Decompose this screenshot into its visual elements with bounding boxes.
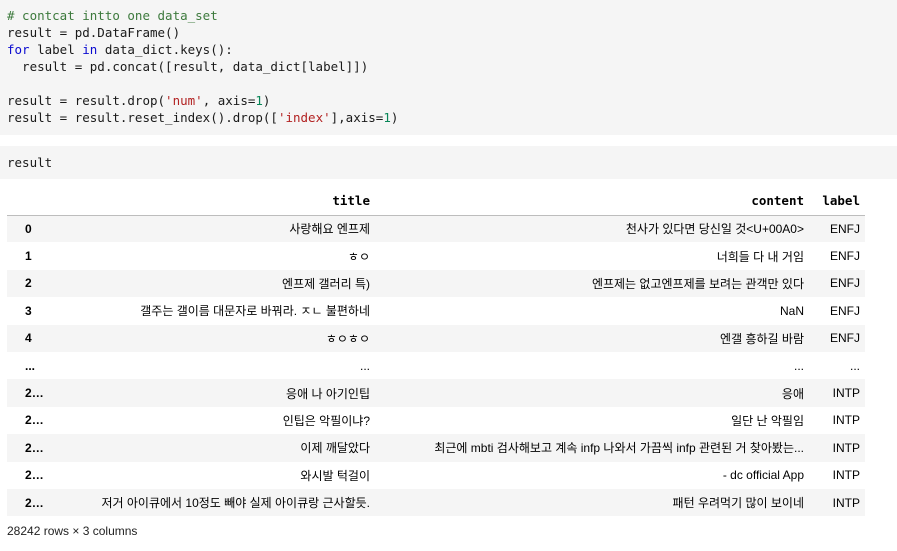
- cell-label: ...: [849, 358, 860, 373]
- table-row: 28240 와시발 턱걸이 - dc official App INTP: [7, 461, 865, 489]
- code-line-4: result = pd.concat([result, data_dict[la…: [7, 59, 369, 74]
- cell-title: 응애 나 아기인팁: [286, 386, 370, 401]
- table-row: 28237 응애 나 아기인팁 응애 INTP: [7, 379, 865, 407]
- cell-label: INTP: [832, 468, 860, 483]
- cell-content: ...: [793, 358, 804, 373]
- table-header-row: title content label: [7, 186, 865, 216]
- string-token: 'num': [165, 93, 203, 108]
- cell-label: ENFJ: [830, 331, 860, 346]
- column-header-content: content: [375, 186, 809, 216]
- code-line-2: result = pd.DataFrame(): [7, 25, 181, 40]
- cell-content: - dc official App: [722, 468, 804, 483]
- cell-content: 너희들 다 내 거임: [716, 249, 804, 264]
- cell-label: INTP: [832, 386, 860, 401]
- row-index: 28238: [25, 413, 55, 428]
- table-row: 4 ㅎㅇㅎㅇ 엔갤 흥하길 바람 ENFJ: [7, 324, 865, 352]
- code-token: label: [29, 42, 83, 57]
- code-token: ],axis=: [330, 110, 384, 125]
- code-cell-result[interactable]: result: [0, 146, 897, 179]
- row-index: 1: [25, 249, 32, 264]
- code-token: data_dict.keys():: [97, 42, 233, 57]
- code-line-result: result: [7, 155, 53, 170]
- cell-label: ENFJ: [830, 249, 860, 264]
- cell-content: 엔갤 흥하길 바람: [720, 331, 804, 346]
- table-row: 3 갤주는 갤이름 대문자로 바꿔라. ㅈㄴ 불편하네 NaN ENFJ: [7, 297, 865, 325]
- cell-title: 이제 깨달았다: [300, 441, 370, 456]
- row-index: ...: [25, 358, 36, 373]
- cell-label: INTP: [832, 440, 860, 455]
- row-index: 0: [25, 221, 32, 236]
- cell-title: 와시발 턱걸이: [300, 468, 370, 483]
- cell-title: ㅎㅇ: [347, 249, 370, 264]
- cell-title: ...: [359, 358, 370, 373]
- cell-label: ENFJ: [830, 276, 860, 291]
- number-token: 1: [255, 93, 263, 108]
- table-row: 1 ㅎㅇ 너희들 다 내 거임 ENFJ: [7, 242, 865, 270]
- cell-content: NaN: [779, 303, 804, 318]
- cell-content: 일단 난 악필임: [731, 413, 804, 428]
- code-token: ): [390, 110, 399, 125]
- cell-content: 응애: [781, 386, 804, 401]
- table-row: 2 엔프제 갤러리 특) 엔프제는 없고엔프제를 보려는 관객만 있다 ENFJ: [7, 269, 865, 298]
- number-token: 1: [383, 110, 391, 125]
- code-token: result = result.drop(: [7, 93, 166, 108]
- cell-content: 엔프제는 없고엔프제를 보려는 관객만 있다: [591, 276, 804, 291]
- keyword-in: in: [82, 42, 98, 57]
- row-index: 28240: [25, 468, 55, 483]
- cell-label: ENFJ: [830, 221, 860, 236]
- cell-title: 사랑해요 엔프제: [289, 222, 370, 237]
- column-header-title: title: [55, 186, 375, 216]
- column-header-index: [7, 186, 55, 216]
- table-row-ellipsis: ............: [7, 351, 865, 380]
- code-line-6: result = result.drop('num', axis=1): [7, 92, 897, 109]
- row-index: 28237: [25, 386, 55, 401]
- cell-title: 갤주는 갤이름 대문자로 바꿔라. ㅈㄴ 불편하네: [140, 304, 370, 319]
- code-line-7: result = result.reset_index().drop(['ind…: [7, 109, 897, 126]
- table-row: 28239 이제 깨달았다 최근에 mbti 검사해보고 계속 infp 나와서 가…: [7, 434, 865, 462]
- row-index: 3: [25, 303, 32, 318]
- code-token: result = result.reset_index().drop([: [7, 110, 278, 125]
- code-line-comment: # contcat intto one data_set: [7, 8, 218, 23]
- keyword-for: for: [7, 42, 30, 57]
- dataframe-shape-footer: 28242 rows × 3 columns: [7, 524, 138, 538]
- cell-content: 천사가 있다면 당신일 것<U+00A0>: [625, 222, 804, 237]
- cell-label: INTP: [832, 495, 860, 510]
- row-index: 2: [25, 276, 32, 291]
- cell-title: 저거 아이큐에서 10정도 빼야 실제 아이큐랑 근사할듯.: [101, 496, 370, 511]
- dataframe-output: title content label 0 사랑해요 엔프제 천사가 있다면 당신일…: [7, 186, 865, 517]
- code-token: , axis=: [202, 93, 256, 108]
- table-row: 0 사랑해요 엔프제 천사가 있다면 당신일 것<U+00A0> ENFJ: [7, 215, 865, 243]
- code-token: ): [262, 93, 271, 108]
- row-index: 4: [25, 331, 32, 346]
- cell-label: INTP: [832, 413, 860, 428]
- row-index: 28239: [25, 440, 55, 455]
- table-row: 28241 저거 아이큐에서 10정도 빼야 실제 아이큐랑 근사할듯. 패턴 우려…: [7, 488, 865, 517]
- code-cell-concat[interactable]: # contcat intto one data_set result = pd…: [0, 0, 897, 135]
- table-row: 28238 인팁은 악필이냐? 일단 난 악필임 INTP: [7, 406, 865, 435]
- row-index: 28241: [25, 495, 55, 510]
- cell-title: 엔프제 갤러리 특): [282, 276, 370, 291]
- string-token: 'index': [277, 110, 331, 125]
- cell-content: 패턴 우려먹기 많이 보이네: [672, 496, 804, 511]
- cell-title: 인팁은 악필이냐?: [282, 413, 370, 428]
- code-line-3: for label in data_dict.keys():: [7, 41, 897, 58]
- cell-title: ㅎㅇㅎㅇ: [325, 331, 370, 346]
- cell-content: 최근에 mbti 검사해보고 계속 infp 나와서 가끔씩 infp 관련된 …: [434, 441, 804, 456]
- column-header-label: label: [809, 186, 865, 216]
- cell-label: ENFJ: [830, 303, 860, 318]
